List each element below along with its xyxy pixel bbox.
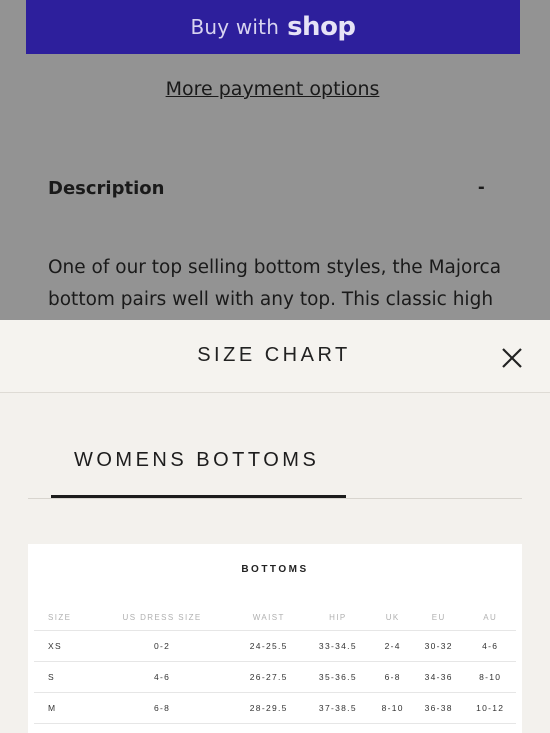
table-cell: S [34, 661, 90, 693]
table-cell: 33-34.5 [303, 630, 373, 662]
table-cell: 0-2 [90, 630, 235, 662]
table-cell [303, 723, 373, 733]
shop-pay-brand-logo: shop [287, 12, 356, 42]
table-cell: 37-38.5 [303, 692, 373, 724]
column-header-au: AU [464, 606, 516, 631]
table-cell: 34-36 [412, 661, 465, 693]
table-cell: 8-10 [464, 661, 516, 693]
size-chart-card: BOTTOMS SIZE US DRESS SIZE WAIST HIP UK … [28, 544, 522, 733]
description-collapse-toggle[interactable]: - [478, 176, 485, 199]
table-row: S 4-6 26-27.5 35-36.5 6-8 34-36 8-10 [34, 661, 516, 693]
shop-pay-button[interactable]: Buy with shop [26, 0, 520, 54]
column-header-waist: WAIST [234, 606, 304, 631]
table-cell: 24-25.5 [234, 630, 304, 662]
active-tab-indicator [51, 495, 346, 498]
table-cell: M [34, 692, 90, 724]
more-payment-options-link[interactable]: More payment options [0, 78, 545, 100]
column-header-us-dress-size: US DRESS SIZE [90, 606, 235, 631]
table-cell: 2-4 [372, 630, 413, 662]
table-cell [234, 723, 304, 733]
table-cell: 4-6 [90, 661, 235, 693]
modal-title: SIZE CHART [197, 344, 351, 366]
column-header-size: SIZE [34, 606, 90, 631]
table-cell: 6-8 [90, 692, 235, 724]
table-cell: 4-6 [464, 630, 516, 662]
table-cell: 6-8 [372, 661, 413, 693]
column-header-hip: HIP [303, 606, 373, 631]
table-cell [34, 723, 90, 733]
table-cell: 36-38 [412, 692, 465, 724]
table-cell: 26-27.5 [234, 661, 304, 693]
table-cell: 35-36.5 [303, 661, 373, 693]
description-text: One of our top selling bottom styles, th… [48, 257, 502, 310]
column-header-eu: EU [412, 606, 465, 631]
size-table-title: BOTTOMS [241, 564, 309, 575]
table-row-partial [34, 723, 516, 733]
table-cell [90, 723, 235, 733]
column-header-uk: UK [372, 606, 413, 631]
size-table-header-row: SIZE US DRESS SIZE WAIST HIP UK EU AU [34, 606, 516, 631]
table-cell: 30-32 [412, 630, 465, 662]
table-cell: XS [34, 630, 90, 662]
table-cell [372, 723, 413, 733]
table-cell [464, 723, 516, 733]
shop-pay-buy-label: Buy with [190, 15, 280, 39]
size-table: SIZE US DRESS SIZE WAIST HIP UK EU AU XS… [34, 606, 516, 733]
close-icon[interactable] [498, 344, 526, 372]
table-cell: 8-10 [372, 692, 413, 724]
tab-womens-bottoms[interactable]: WOMENS BOTTOMS [74, 449, 319, 472]
table-cell: 28-29.5 [234, 692, 304, 724]
tab-divider [28, 498, 522, 499]
table-cell [412, 723, 465, 733]
size-chart-modal: SIZE CHART WOMENS BOTTOMS BOTTOMS SIZE U… [0, 320, 550, 733]
modal-header: SIZE CHART [0, 320, 550, 393]
table-cell: 10-12 [464, 692, 516, 724]
table-row: M 6-8 28-29.5 37-38.5 8-10 36-38 10-12 [34, 692, 516, 724]
description-heading[interactable]: Description [48, 178, 164, 199]
table-row: XS 0-2 24-25.5 33-34.5 2-4 30-32 4-6 [34, 630, 516, 662]
